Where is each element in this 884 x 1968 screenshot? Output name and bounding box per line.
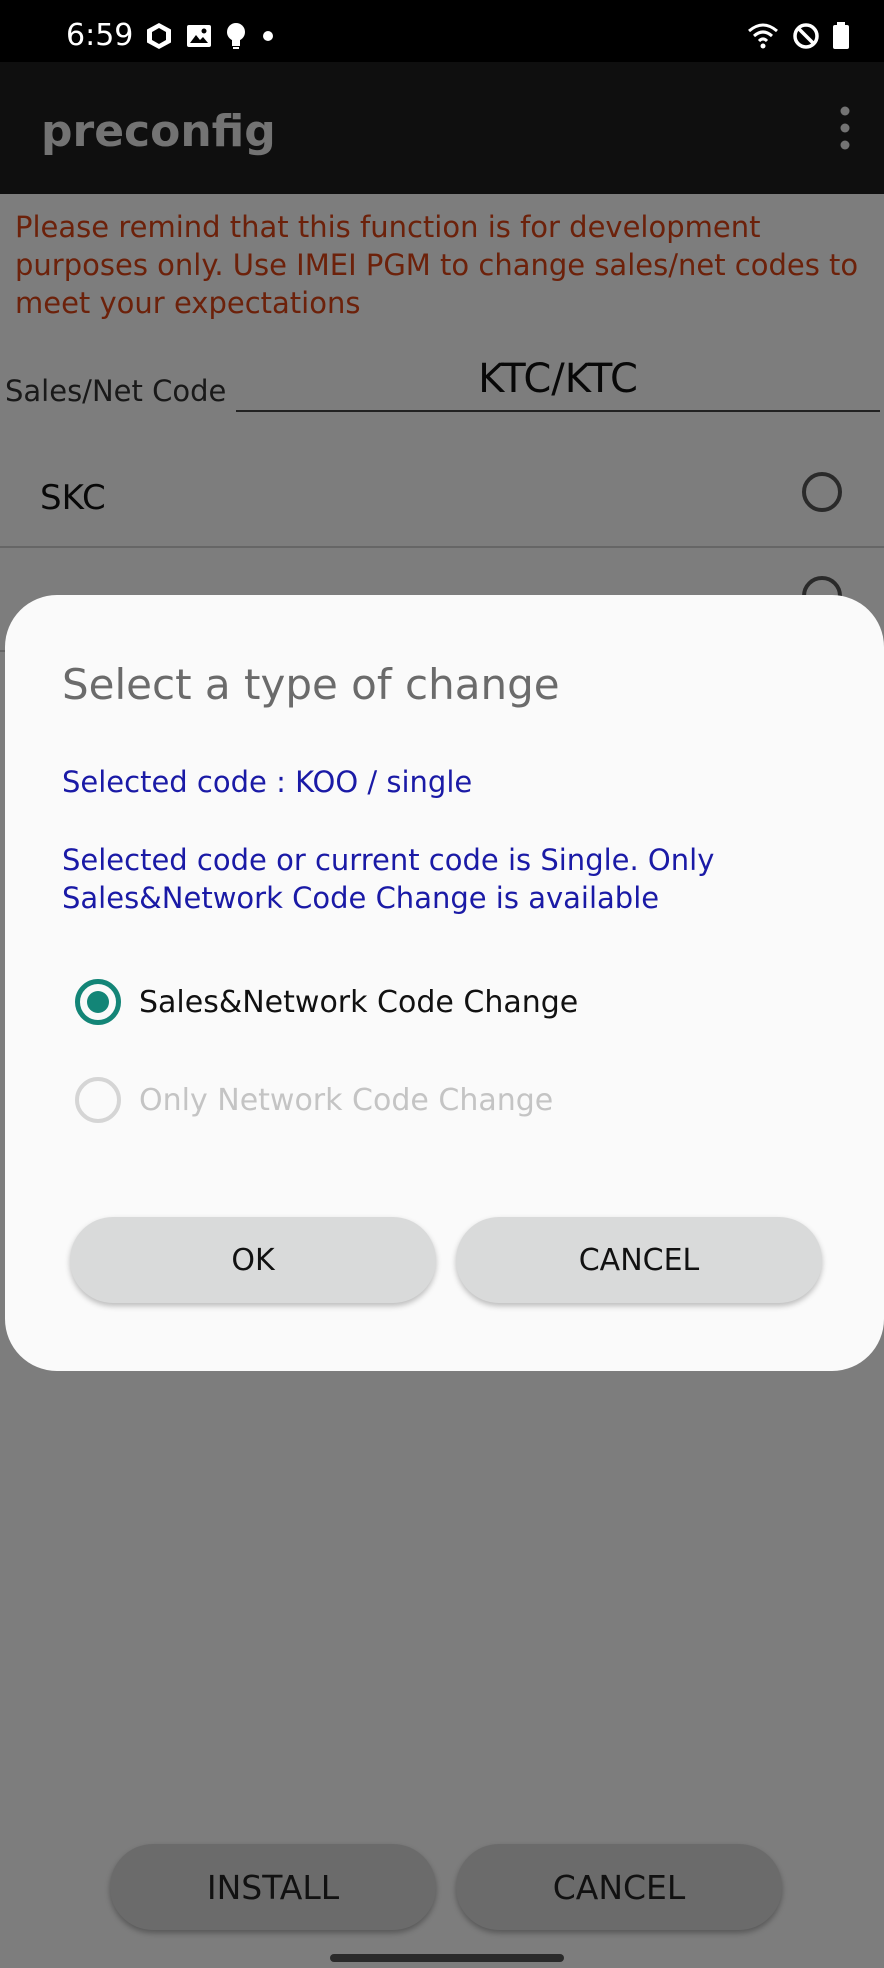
screen: 6:59 Select a type of change Selected co…: [0, 0, 884, 1968]
selected-code-text: Selected code : KOO / single: [62, 765, 473, 799]
status-time: 6:59: [66, 18, 134, 53]
radio-unchecked-icon: [75, 1077, 121, 1123]
radio-label: Only Network Code Change: [139, 1082, 554, 1118]
battery-icon: [832, 22, 850, 54]
radio-checked-icon[interactable]: [75, 979, 121, 1025]
cube-icon: [146, 22, 172, 54]
wifi-icon: [746, 22, 780, 54]
radio-only-network-code-change: Only Network Code Change: [75, 1075, 553, 1125]
dot-icon: [260, 28, 276, 48]
dialog-cancel-button[interactable]: CANCEL: [456, 1217, 822, 1303]
status-bar: 6:59: [0, 0, 884, 62]
dialog-title: Select a type of change: [62, 660, 560, 709]
change-type-dialog: Select a type of change Selected code : …: [5, 595, 884, 1371]
ok-button[interactable]: OK: [70, 1217, 436, 1303]
bulb-icon: [226, 22, 246, 54]
radio-label: Sales&Network Code Change: [139, 984, 579, 1020]
do-not-disturb-icon: [792, 22, 820, 54]
radio-sales-network-code-change[interactable]: Sales&Network Code Change: [75, 977, 578, 1027]
dialog-message: Selected code or current code is Single.…: [62, 843, 715, 915]
image-icon: [186, 23, 212, 53]
